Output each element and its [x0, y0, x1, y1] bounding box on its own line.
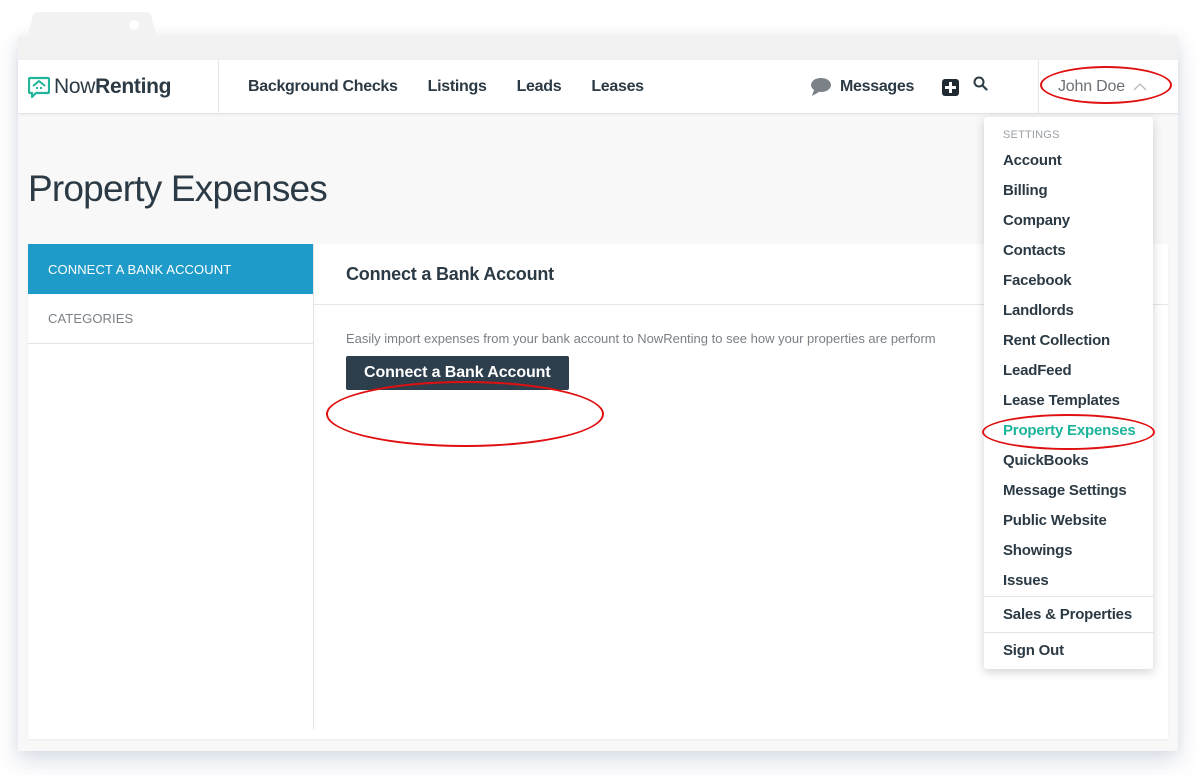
chat-bubble-icon[interactable] [810, 77, 832, 97]
menu-item-property-expenses[interactable]: Property Expenses [984, 415, 1153, 445]
tab-indicator-dot [129, 20, 139, 30]
user-name: John Doe [1058, 78, 1125, 95]
menu-item-sign-out[interactable]: Sign Out [984, 634, 1153, 667]
nav-listings[interactable]: Listings [428, 78, 487, 96]
menu-item-company[interactable]: Company [984, 205, 1153, 235]
menu-item-facebook[interactable]: Facebook [984, 265, 1153, 295]
menu-divider [984, 596, 1153, 597]
sidebar-item-connect-bank-account[interactable]: CONNECT A BANK ACCOUNT [28, 244, 313, 294]
nav-leads[interactable]: Leads [517, 78, 562, 96]
user-dropdown-menu: SETTINGS Account Billing Company Contact… [984, 117, 1153, 669]
search-icon[interactable] [973, 76, 988, 91]
house-chat-logo-icon [28, 76, 50, 99]
main-nav: Background Checks Listings Leads Leases [248, 60, 674, 114]
connect-bank-account-button[interactable]: Connect a Bank Account [346, 356, 569, 390]
menu-item-public-website[interactable]: Public Website [984, 505, 1153, 535]
navbar-divider [218, 60, 219, 114]
browser-window: Now Renting Background Checks Listings Le… [18, 36, 1178, 751]
menu-item-leadfeed[interactable]: LeadFeed [984, 355, 1153, 385]
brand-name-renting: Renting [95, 75, 172, 98]
menu-item-account[interactable]: Account [984, 145, 1153, 175]
messages-link[interactable]: Messages [840, 78, 914, 96]
dropdown-heading: SETTINGS [1003, 129, 1060, 141]
nav-leases[interactable]: Leases [591, 78, 644, 96]
navbar-divider [1038, 60, 1039, 114]
menu-item-rent-collection[interactable]: Rent Collection [984, 325, 1153, 355]
nav-background-checks[interactable]: Background Checks [248, 78, 398, 96]
sidebar: CONNECT A BANK ACCOUNT CATEGORIES [28, 244, 314, 729]
menu-item-sales-properties[interactable]: Sales & Properties [984, 598, 1153, 631]
nav-actions: Messages [810, 60, 988, 114]
menu-item-contacts[interactable]: Contacts [984, 235, 1153, 265]
brand-name-now: Now [54, 75, 96, 98]
brand-logo[interactable]: Now Renting [28, 60, 218, 114]
menu-item-showings[interactable]: Showings [984, 535, 1153, 565]
add-plus-icon[interactable] [942, 78, 960, 96]
browser-chrome [18, 36, 1178, 60]
menu-item-billing[interactable]: Billing [984, 175, 1153, 205]
page-title: Property Expenses [28, 168, 328, 209]
menu-item-lease-templates[interactable]: Lease Templates [984, 385, 1153, 415]
sidebar-item-categories[interactable]: CATEGORIES [28, 294, 313, 344]
menu-item-quickbooks[interactable]: QuickBooks [984, 445, 1153, 475]
user-menu-toggle[interactable]: John Doe [1058, 60, 1147, 114]
menu-item-message-settings[interactable]: Message Settings [984, 475, 1153, 505]
menu-item-issues[interactable]: Issues [984, 565, 1153, 595]
top-navbar: Now Renting Background Checks Listings Le… [18, 60, 1178, 114]
menu-item-landlords[interactable]: Landlords [984, 295, 1153, 325]
chevron-up-icon [1133, 83, 1147, 91]
menu-divider [984, 632, 1153, 633]
